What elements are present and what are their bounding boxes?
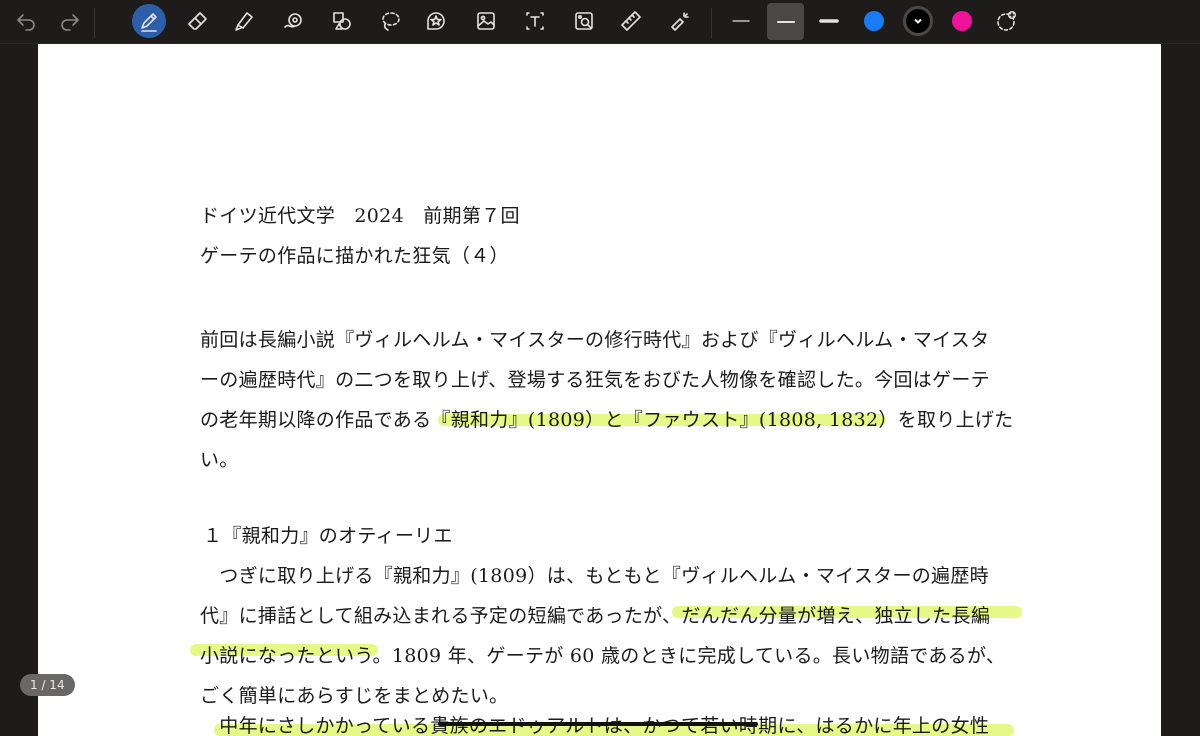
doc-text-line: 前回は長編小説『ヴィルヘルム・マイスターの修行時代』および『ヴィルヘルム・マイス… xyxy=(200,329,990,351)
redo-button[interactable] xyxy=(52,3,88,39)
doc-text-line: ごく簡単にあらすじをまとめたい。 xyxy=(200,685,509,707)
stroke-thick-button[interactable] xyxy=(811,3,847,39)
doc-text-line: ーの遍歴時代』の二つを取り上げ、登場する狂気をおびた人物像を確認した。今回はゲー… xyxy=(200,369,990,391)
doc-lecture-title: ゲーテの作品に描かれた狂気（４） xyxy=(200,245,509,267)
doc-text-line: い。 xyxy=(200,449,239,471)
stroke-thin-button[interactable] xyxy=(723,3,759,39)
add-color-button[interactable] xyxy=(988,3,1024,39)
lasso-tool-button[interactable] xyxy=(372,3,408,39)
stroke-thick-icon xyxy=(819,19,839,23)
stroke-medium-icon xyxy=(776,20,795,23)
color-swatch-pink[interactable] xyxy=(952,11,972,31)
ruler-tool-button[interactable] xyxy=(613,3,649,39)
doc-course-title: ドイツ近代文学 2024 前期第７回 xyxy=(200,205,520,227)
undo-button[interactable] xyxy=(8,3,44,39)
shapes-icon xyxy=(333,12,351,30)
image-icon xyxy=(477,12,495,30)
laser-pointer-icon xyxy=(671,12,689,31)
text-box-icon xyxy=(526,12,544,30)
toolbar-divider xyxy=(711,8,712,38)
toolbar-divider xyxy=(94,8,95,38)
pen-tool-button[interactable] xyxy=(132,4,166,38)
eraser-tool-button[interactable] xyxy=(180,3,216,39)
shape-recognition-button[interactable] xyxy=(276,3,312,39)
stroke-thin-icon xyxy=(732,20,750,22)
image-search-tool-button[interactable] xyxy=(566,3,602,39)
chevron-down-icon xyxy=(914,18,922,24)
image-tool-button[interactable] xyxy=(468,3,504,39)
ruler-icon xyxy=(621,11,641,31)
sticker-tool-button[interactable] xyxy=(418,3,454,39)
shapes-tool-button[interactable] xyxy=(324,3,360,39)
doc-text-line: 代』に挿話として組み込まれる予定の短編であったが、だんだん分量が増え、独立した長… xyxy=(200,605,991,627)
text-box-tool-button[interactable] xyxy=(517,3,553,39)
eraser-icon xyxy=(188,12,207,30)
highlighter-icon xyxy=(235,12,253,31)
annotation-toolbar xyxy=(0,0,1200,44)
pen-icon xyxy=(141,13,157,32)
add-color-icon xyxy=(997,11,1016,31)
highlighter-tool-button[interactable] xyxy=(226,3,262,39)
doc-text-line: つぎに取り上げる『親和力』(1809）は、もともと『ヴィルヘルム・マイスターの遍… xyxy=(200,565,989,587)
color-swatch-black-selected[interactable] xyxy=(903,6,933,36)
undo-icon xyxy=(17,14,35,31)
page-indicator: 1 / 14 xyxy=(20,674,75,696)
lasso-icon xyxy=(382,12,400,31)
image-search-icon xyxy=(575,12,593,30)
doc-text-line: の老年期以降の作品である『親和力』(1809）と『ファウスト』(1808, 18… xyxy=(200,409,1014,431)
laser-pointer-button[interactable] xyxy=(662,3,698,39)
doc-text-line: 小説になったという。1809 年、ゲーテが 60 歳のときに完成している。長い物… xyxy=(200,645,1006,667)
sticker-icon xyxy=(427,12,445,30)
shape-recognition-icon xyxy=(284,13,302,28)
redo-icon xyxy=(61,14,79,31)
pen-strike-stroke xyxy=(438,722,758,726)
document-page[interactable]: ドイツ近代文学 2024 前期第７回 ゲーテの作品に描かれた狂気（４） 前回は長… xyxy=(38,44,1161,736)
color-swatch-blue[interactable] xyxy=(864,11,884,31)
stroke-medium-button[interactable] xyxy=(767,3,804,40)
doc-section-heading: １『親和力』のオティーリエ xyxy=(203,525,453,547)
